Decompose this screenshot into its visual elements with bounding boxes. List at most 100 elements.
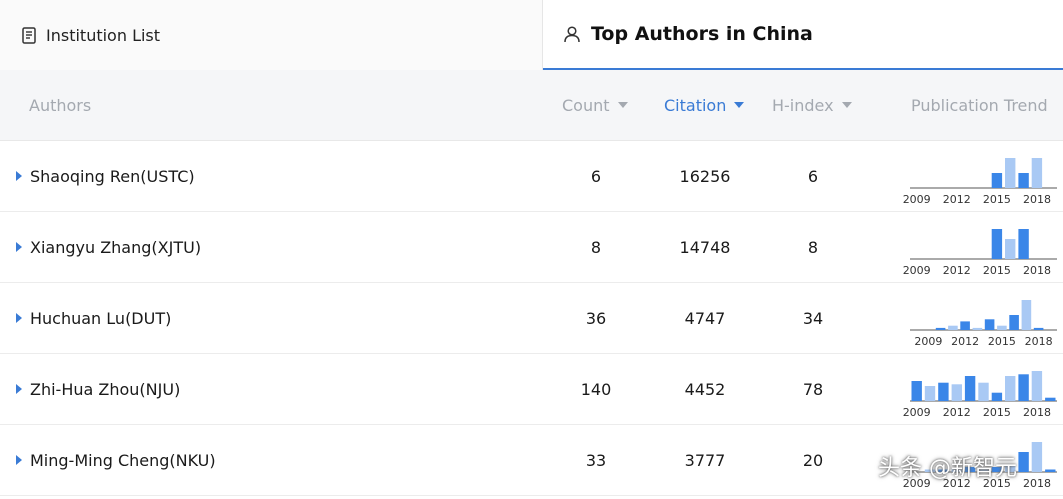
trend-bar xyxy=(960,321,970,330)
author-cell[interactable]: Huchuan Lu (DUT) xyxy=(16,283,171,353)
trend-year-label: 2009 xyxy=(903,264,931,277)
author-name: Shaoqing Ren xyxy=(30,166,141,186)
author-institution: (USTC) xyxy=(140,166,195,186)
author-institution: (XJTU) xyxy=(151,237,202,257)
trend-bar xyxy=(964,376,976,401)
expand-arrow-icon[interactable] xyxy=(16,171,22,181)
count-cell: 8 xyxy=(590,237,602,257)
count-cell: 33 xyxy=(585,450,607,470)
table-row[interactable]: Huchuan Lu (DUT) 36 4747 34 2009 2012 2015 2018 xyxy=(0,283,1063,354)
hindex-cell: 34 xyxy=(802,308,824,328)
trend-bar xyxy=(1018,229,1029,259)
author-name: Huchuan Lu xyxy=(30,308,126,328)
hindex-cell: 6 xyxy=(807,166,819,186)
trend-year-label: 2009 xyxy=(914,335,942,348)
author-cell[interactable]: Shaoqing Ren (USTC) xyxy=(16,141,195,211)
trend-year-label: 2012 xyxy=(943,193,971,206)
column-header-hindex[interactable]: H-index xyxy=(772,70,852,140)
table-row[interactable]: Zhi-Hua Zhou (NJU) 140 4452 78 2009 2012 2015 20… xyxy=(0,354,1063,425)
publication-trend-chart: 2009 2012 2015 2018 xyxy=(903,371,1057,419)
author-institution: (DUT) xyxy=(125,308,172,328)
sort-caret-icon xyxy=(734,102,745,108)
table-header: Authors Count Citation H-index Publicati… xyxy=(0,70,1063,141)
trend-year-label: 2015 xyxy=(983,193,1011,206)
trend-bar xyxy=(935,327,946,330)
citation-cell: 14748 xyxy=(679,237,731,257)
column-header-citation[interactable]: Citation xyxy=(664,70,745,140)
hindex-cell: 20 xyxy=(802,450,824,470)
column-header-authors: Authors xyxy=(29,95,92,115)
expand-arrow-icon[interactable] xyxy=(16,455,22,465)
hindex-cell: 78 xyxy=(802,379,824,399)
trend-bar xyxy=(1005,158,1016,188)
trend-bar xyxy=(991,173,1003,188)
count-cell: 6 xyxy=(590,166,602,186)
author-institution: (NKU) xyxy=(169,450,216,470)
tab-top-authors[interactable]: Top Authors in China xyxy=(543,0,1063,70)
trend-bar xyxy=(1009,315,1019,330)
trend-bar xyxy=(984,319,995,330)
trend-year-label: 2018 xyxy=(1025,335,1053,348)
expand-arrow-icon[interactable] xyxy=(16,313,22,323)
sort-caret-icon xyxy=(617,102,628,108)
trend-year-label: 2018 xyxy=(1023,193,1051,206)
tab-bar: Institution List Top Authors in China xyxy=(0,0,1063,70)
trend-year-label: 2018 xyxy=(1023,406,1051,419)
expand-arrow-icon[interactable] xyxy=(16,384,22,394)
trend-bar xyxy=(1045,469,1056,472)
count-cell: 36 xyxy=(585,308,607,328)
author-cell[interactable]: Ming-Ming Cheng (NKU) xyxy=(16,425,216,495)
expand-arrow-icon[interactable] xyxy=(16,242,22,252)
trend-bar xyxy=(1031,442,1043,472)
trend-bar xyxy=(1018,452,1029,472)
trend-bar xyxy=(1005,239,1016,259)
trend-bar xyxy=(1031,158,1043,188)
publication-trend-chart: 2009 2012 2015 2018 xyxy=(910,300,1057,348)
trend-year-label: 2015 xyxy=(983,264,1011,277)
person-icon xyxy=(563,25,581,43)
hindex-cell: 8 xyxy=(807,237,819,257)
trend-bar xyxy=(1018,374,1029,401)
table-row[interactable]: Shaoqing Ren (USTC) 6 16256 6 2009 2012 2015 201… xyxy=(0,141,1063,212)
tab-institution-list[interactable]: Institution List xyxy=(0,0,543,70)
trend-year-label: 2012 xyxy=(951,335,979,348)
trend-year-label: 2015 xyxy=(988,335,1016,348)
watermark-text: 头条 @新智元 xyxy=(878,456,1017,481)
column-header-count[interactable]: Count xyxy=(562,70,628,140)
table-row[interactable]: Xiangyu Zhang (XJTU) 8 14748 8 2009 2012 2015 20… xyxy=(0,212,1063,283)
trend-bar xyxy=(948,325,958,330)
trend-year-label: 2012 xyxy=(943,264,971,277)
trend-year-label: 2009 xyxy=(903,406,931,419)
trend-bar xyxy=(1005,376,1016,401)
trend-year-label: 2018 xyxy=(1023,264,1051,277)
author-cell[interactable]: Xiangyu Zhang (XJTU) xyxy=(16,212,201,282)
trend-year-label: 2018 xyxy=(1023,477,1051,490)
tab-institution-label: Institution List xyxy=(46,25,161,45)
publication-trend-chart: 2009 2012 2015 2018 xyxy=(903,158,1057,206)
trend-bar xyxy=(972,327,983,330)
trend-year-label: 2009 xyxy=(903,193,931,206)
trend-bar xyxy=(924,386,936,401)
author-institution: (NJU) xyxy=(139,379,181,399)
citation-cell: 4747 xyxy=(684,308,726,328)
author-cell[interactable]: Zhi-Hua Zhou (NJU) xyxy=(16,354,180,424)
author-name: Xiangyu Zhang xyxy=(30,237,152,257)
trend-bar xyxy=(951,384,962,401)
trend-bar xyxy=(978,382,989,401)
trend-bar xyxy=(991,229,1003,259)
trend-year-label: 2012 xyxy=(943,406,971,419)
citation-cell: 3777 xyxy=(684,450,726,470)
trend-bar xyxy=(997,325,1007,330)
trend-bar xyxy=(991,392,1003,401)
column-header-publication-trend: Publication Trend xyxy=(911,95,1048,115)
trend-year-label: 2015 xyxy=(983,406,1011,419)
citation-cell: 4452 xyxy=(684,379,726,399)
sort-caret-icon xyxy=(841,102,852,108)
document-icon xyxy=(22,26,36,44)
trend-bar xyxy=(911,381,922,401)
citation-cell: 16256 xyxy=(679,166,731,186)
trend-bar xyxy=(1033,327,1044,330)
publication-trend-chart: 2009 2012 2015 2018 xyxy=(903,229,1057,277)
trend-bar xyxy=(1021,300,1032,330)
count-cell: 140 xyxy=(580,379,612,399)
